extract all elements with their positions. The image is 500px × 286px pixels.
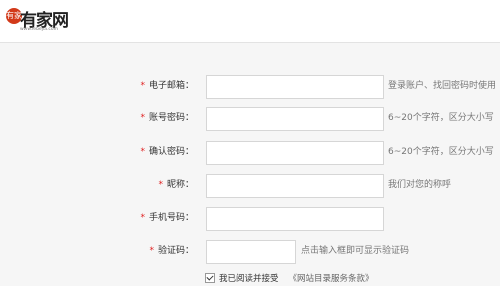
phone-field[interactable] xyxy=(206,207,384,231)
password-hint: 6~20个字符，区分大小写 xyxy=(388,113,494,123)
required-mark: * xyxy=(140,81,145,91)
password-label: * 账号密码： xyxy=(140,113,194,123)
password-field[interactable] xyxy=(206,107,384,131)
confirm-password-hint: 6~20个字符，区分大小写 xyxy=(388,147,494,157)
confirm-row: * 确认密码： 6~20个字符，区分大小写 xyxy=(0,141,500,165)
required-mark: * xyxy=(140,147,145,157)
password-row: * 账号密码： 6~20个字符，区分大小写 xyxy=(0,107,500,131)
email-field[interactable] xyxy=(206,75,384,99)
email-label: * 电子邮箱： xyxy=(140,81,194,91)
nickname-label: * 昵称： xyxy=(158,180,194,190)
email-hint: 登录账户、找回密码时使用 xyxy=(388,81,497,91)
header: 有家 有家网 www.lebejia.com xyxy=(0,0,500,43)
required-mark: * xyxy=(158,180,163,190)
captcha-hint: 点击输入框即可显示验证码 xyxy=(301,246,410,256)
nickname-hint: 我们对您的称呼 xyxy=(388,180,452,190)
registration-form: * 电子邮箱： 登录账户、找回密码时使用 * 账号密码： 6~20个字符，区分大小写… xyxy=(0,43,500,286)
required-mark: * xyxy=(140,213,145,223)
nickname-row: * 昵称： 我们对您的称呼 xyxy=(0,174,500,198)
confirm-password-label: * 确认密码： xyxy=(140,147,194,157)
captcha-row: * 验证码： 点击输入框即可显示验证码 xyxy=(0,240,500,264)
nickname-field[interactable] xyxy=(206,174,384,198)
agree-checkbox[interactable] xyxy=(205,272,215,283)
email-row: * 电子邮箱： 登录账户、找回密码时使用 xyxy=(0,75,500,99)
phone-label: * 手机号码： xyxy=(140,213,194,223)
captcha-field[interactable] xyxy=(206,240,296,264)
captcha-label: * 验证码： xyxy=(149,246,194,256)
terms-link[interactable]: 《网站目录服务条款》 xyxy=(289,274,374,284)
agreement-row: 我已阅读并接受 《网站目录服务条款》 xyxy=(205,272,374,286)
required-mark: * xyxy=(140,113,145,123)
required-mark: * xyxy=(149,246,154,256)
site-logo[interactable]: 有家 有家网 www.lebejia.com xyxy=(6,6,96,34)
phone-row: * 手机号码： xyxy=(0,207,500,231)
logo-url: www.lebejia.com xyxy=(20,27,59,32)
confirm-password-field[interactable] xyxy=(206,141,384,165)
agree-text: 我已阅读并接受 xyxy=(219,274,279,284)
